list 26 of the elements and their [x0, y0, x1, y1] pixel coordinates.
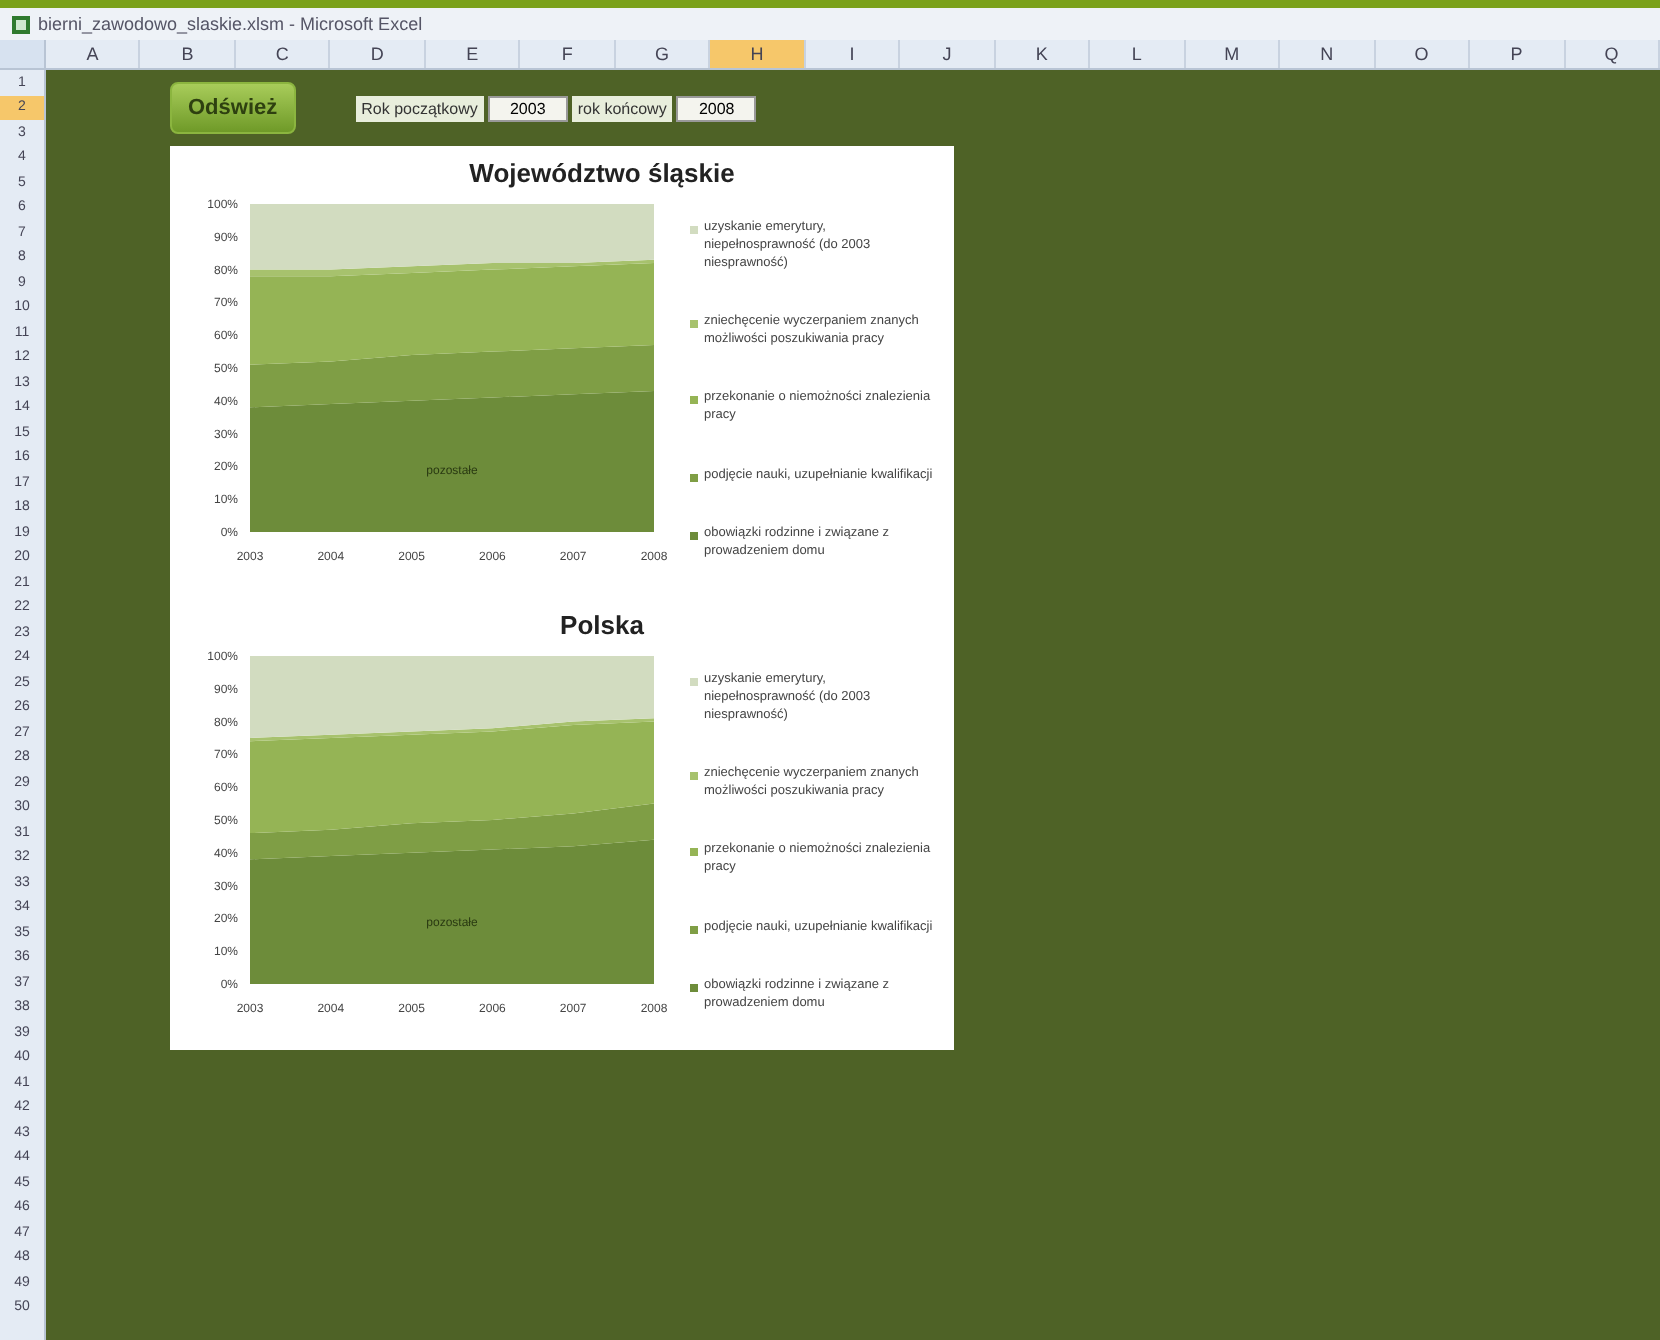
column-header[interactable]: H [710, 40, 806, 68]
column-header[interactable]: Q [1565, 40, 1660, 68]
window-title: bierni_zawodowo_slaskie.xlsm - Microsoft Excel [38, 14, 423, 34]
column-header[interactable]: E [425, 40, 521, 68]
column-header[interactable]: B [140, 40, 236, 68]
end-year-field[interactable]: 2008 [676, 95, 757, 121]
field-label: rok końcowy [571, 95, 673, 121]
column-header[interactable]: O [1375, 40, 1471, 68]
column-header[interactable]: M [1185, 40, 1281, 68]
column-header[interactable]: D [330, 40, 426, 68]
start-year-field[interactable]: 2003 [487, 95, 568, 121]
column-header[interactable]: P [1470, 40, 1565, 68]
column-header[interactable]: F [520, 40, 616, 68]
column-header[interactable]: J [900, 40, 996, 68]
chart-title: Województwo śląskie [467, 158, 737, 188]
column-header[interactable]: L [1090, 40, 1186, 68]
column-header[interactable]: A [46, 40, 141, 68]
column-header[interactable]: I [805, 40, 901, 68]
chart-title: Polska [558, 610, 646, 640]
refresh-button[interactable]: Odśwież [170, 82, 296, 134]
column-header[interactable]: N [1280, 40, 1376, 68]
select-all-button[interactable] [0, 40, 46, 68]
field-label: Rok początkowy [355, 95, 484, 121]
column-header[interactable]: K [995, 40, 1091, 68]
spreadsheet-icon [12, 15, 30, 33]
column-header[interactable]: C [235, 40, 331, 68]
